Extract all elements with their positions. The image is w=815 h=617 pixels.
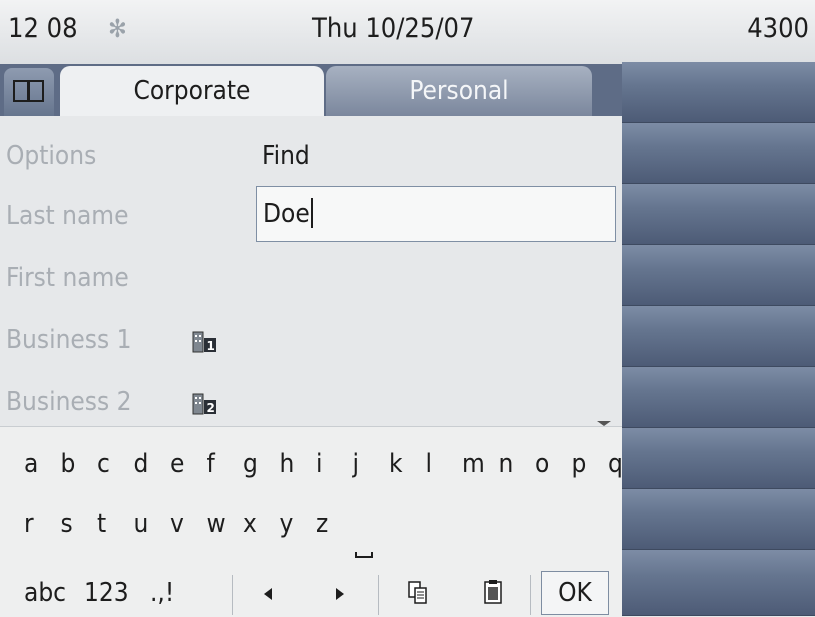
key[interactable]: t bbox=[97, 509, 134, 539]
divider bbox=[530, 575, 531, 615]
softkey-7[interactable] bbox=[622, 428, 815, 489]
key[interactable]: m bbox=[462, 449, 499, 479]
softkey-3[interactable] bbox=[622, 184, 815, 245]
key[interactable]: p bbox=[572, 449, 609, 479]
softkey-panel bbox=[622, 62, 815, 616]
tab-personal[interactable]: Personal bbox=[326, 66, 592, 116]
key[interactable]: k bbox=[389, 449, 426, 479]
svg-text:2: 2 bbox=[207, 401, 215, 415]
last-name-value: Doe bbox=[263, 199, 310, 229]
svg-text:1: 1 bbox=[207, 339, 215, 353]
copy-icon[interactable] bbox=[408, 581, 428, 605]
key[interactable]: l bbox=[426, 449, 463, 479]
key[interactable]: a bbox=[24, 449, 61, 479]
key[interactable]: y bbox=[280, 509, 317, 539]
key[interactable]: v bbox=[170, 509, 207, 539]
search-form: Options Find Last name Doe First name Bu… bbox=[0, 116, 622, 426]
softkey-2[interactable] bbox=[622, 123, 815, 184]
softkey-6[interactable] bbox=[622, 367, 815, 428]
key[interactable]: x bbox=[243, 509, 280, 539]
building-2-icon: 2 bbox=[192, 393, 216, 415]
key[interactable]: j bbox=[353, 449, 390, 479]
arrow-right-icon[interactable] bbox=[334, 587, 346, 601]
key[interactable]: w bbox=[207, 509, 244, 539]
options-label: Options bbox=[6, 141, 97, 171]
keyboard-toolbar: abc 123 .,! OK bbox=[0, 569, 622, 617]
business2-label[interactable]: Business 2 bbox=[6, 384, 131, 420]
clock-time: 12 08 bbox=[8, 13, 78, 44]
keyboard-row-1: abcdefghijklmnopq bbox=[24, 449, 645, 479]
key[interactable]: g bbox=[243, 449, 280, 479]
softkey-1[interactable] bbox=[622, 62, 815, 123]
key[interactable]: s bbox=[61, 509, 98, 539]
key[interactable]: z bbox=[316, 509, 353, 539]
bluetooth-icon: ✻ bbox=[108, 14, 127, 43]
arrow-left-icon[interactable] bbox=[262, 587, 274, 601]
softkey-5[interactable] bbox=[622, 306, 815, 367]
ok-button[interactable]: OK bbox=[541, 571, 609, 615]
last-name-label: Last name bbox=[6, 201, 129, 231]
keyboard-row-2: rstuvwxyz bbox=[24, 509, 389, 558]
business1-label[interactable]: Business 1 bbox=[6, 322, 131, 358]
key[interactable]: f bbox=[207, 449, 244, 479]
status-bar: 12 08 ✻ Thu 10/25/07 4300 bbox=[0, 0, 815, 65]
date-display: Thu 10/25/07 bbox=[312, 13, 475, 44]
softkey-4[interactable] bbox=[622, 245, 815, 306]
key[interactable]: o bbox=[535, 449, 572, 479]
tab-corporate[interactable]: Corporate bbox=[60, 66, 324, 116]
extension-number: 4300 bbox=[747, 13, 809, 44]
key[interactable]: n bbox=[499, 449, 536, 479]
key[interactable]: u bbox=[134, 509, 171, 539]
book-icon bbox=[13, 80, 44, 102]
key[interactable]: i bbox=[316, 449, 353, 479]
tab-bar: Corporate Personal bbox=[0, 64, 622, 116]
onscreen-keyboard: abcdefghijklmnopq rstuvwxyz abc 123 .,! … bbox=[0, 426, 623, 617]
last-name-input[interactable]: Doe bbox=[256, 186, 616, 242]
key[interactable]: d bbox=[134, 449, 171, 479]
first-name-label[interactable]: First name bbox=[6, 260, 129, 296]
mode-123-button[interactable]: 123 bbox=[84, 575, 129, 611]
mode-punct-button[interactable]: .,! bbox=[150, 575, 174, 611]
key[interactable]: c bbox=[97, 449, 134, 479]
divider bbox=[232, 575, 233, 615]
key[interactable]: e bbox=[170, 449, 207, 479]
paste-icon[interactable] bbox=[484, 579, 502, 605]
softkey-9[interactable] bbox=[622, 550, 815, 616]
key[interactable]: r bbox=[24, 509, 61, 539]
key[interactable]: b bbox=[61, 449, 98, 479]
building-1-icon: 1 bbox=[192, 331, 216, 353]
key[interactable]: h bbox=[280, 449, 317, 479]
text-caret bbox=[310, 197, 313, 228]
options-value[interactable]: Find bbox=[262, 138, 310, 174]
softkey-8[interactable] bbox=[622, 489, 815, 550]
divider bbox=[378, 575, 379, 615]
tab-phonebook[interactable] bbox=[4, 68, 54, 116]
mode-abc-button[interactable]: abc bbox=[24, 575, 66, 611]
